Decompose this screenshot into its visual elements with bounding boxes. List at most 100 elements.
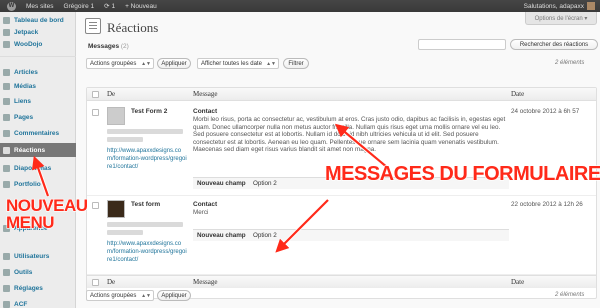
select-all-checkbox[interactable]	[92, 91, 99, 98]
apply-button[interactable]: Appliquer	[157, 58, 191, 69]
menu-label: Portfolio	[14, 180, 41, 188]
bulk-actions-value: Actions groupées	[90, 292, 137, 299]
greeting-text: Salutations, adapaxx	[523, 2, 584, 10]
messages-filter-link[interactable]: Messages	[88, 43, 119, 50]
menu-label: WooDojo	[14, 40, 43, 48]
annotation-menu-line1: NOUVEAU	[5, 196, 88, 215]
menu-utilisateurs[interactable]: Utilisateurs	[0, 250, 76, 262]
site-name-menu[interactable]: Grégoire 1	[58, 0, 99, 12]
avatar	[107, 107, 125, 125]
comments-icon	[3, 129, 10, 137]
annotation-menu-line2: MENU	[5, 213, 55, 232]
menu-label: Utilisateurs	[14, 252, 50, 260]
date-filter-select[interactable]: Afficher toutes les date ▲▼	[197, 58, 279, 69]
menu-reactions[interactable]: Réactions	[0, 143, 76, 157]
page-icon	[3, 113, 10, 121]
menu-label: Jetpack	[14, 28, 39, 36]
menu-commentaires[interactable]: Commentaires	[0, 127, 76, 139]
link-icon	[3, 97, 10, 105]
menu-label: Articles	[14, 68, 38, 76]
blurred-email	[107, 129, 183, 134]
woodojo-icon	[3, 40, 10, 48]
admin-sidebar: Tableau de bord Jetpack WooDojo Articles…	[0, 12, 76, 308]
search-button[interactable]: Rechercher des réactions	[510, 39, 598, 50]
reactions-page-icon	[85, 18, 101, 34]
reactions-icon	[3, 146, 10, 154]
menu-label: Pages	[14, 113, 34, 121]
dashboard-icon	[3, 16, 10, 24]
field-value: Option 2	[253, 180, 277, 187]
pin-icon	[3, 68, 10, 76]
custom-field: Nouveau champ Option 2	[193, 229, 509, 241]
author-name: Test form	[131, 201, 161, 208]
menu-label: Médias	[14, 82, 37, 90]
updates-button[interactable]: ⟳ 1	[99, 0, 120, 12]
new-label: Nouveau	[130, 2, 157, 10]
message-date: 22 octobre 2012 à 12h 26	[511, 201, 583, 208]
date-filter-value: Afficher toutes les date	[201, 60, 262, 67]
menu-liens[interactable]: Liens	[0, 95, 76, 107]
menu-acf[interactable]: ACF	[0, 298, 76, 308]
bulk-actions-select-bottom[interactable]: Actions groupées ▲▼	[86, 290, 154, 301]
apply-button-bottom[interactable]: Appliquer	[157, 290, 191, 301]
my-sites-menu[interactable]: Mes sites	[21, 0, 58, 12]
author-url-link[interactable]: http://www.apaxxdesigns.com/formation-wo…	[107, 147, 187, 171]
wordpress-logo-button[interactable]: W	[0, 0, 21, 12]
reactions-table: De Message Date Test Form 2 http://www.a…	[86, 87, 597, 299]
tools-icon	[3, 268, 10, 276]
filter-button[interactable]: Filtrer	[283, 58, 309, 69]
settings-icon	[3, 284, 10, 292]
column-date[interactable]: Date	[511, 90, 524, 98]
blurred-email	[107, 222, 183, 227]
message-subject: Contact	[193, 201, 218, 208]
menu-articles[interactable]: Articles	[0, 66, 76, 78]
menu-pages[interactable]: Pages	[0, 111, 76, 123]
menu-label: Réactions	[14, 146, 46, 154]
row-checkbox[interactable]	[92, 109, 99, 116]
chevron-down-icon: ▲▼	[141, 60, 151, 67]
screen-options-button[interactable]: Options de l'écran ▾	[525, 12, 597, 25]
table-header: De Message Date	[87, 88, 596, 101]
updates-count: 1	[111, 2, 116, 10]
menu-label: Diaporamas	[14, 164, 52, 172]
menu-jetpack[interactable]: Jetpack	[0, 26, 76, 38]
chevron-down-icon: ▲▼	[266, 60, 276, 67]
column-from[interactable]: De	[107, 90, 115, 98]
search-input[interactable]	[418, 39, 506, 50]
message-body: Morbi leo risus, porta ac consectetur ac…	[193, 116, 506, 153]
menu-woodojo[interactable]: WooDojo	[0, 38, 76, 50]
column-from[interactable]: De	[107, 278, 115, 286]
new-content-menu[interactable]: + Nouveau	[120, 0, 162, 12]
menu-reglages[interactable]: Réglages	[0, 282, 76, 294]
menu-label: Outils	[14, 268, 33, 276]
items-count-bottom: 2 éléments	[555, 292, 585, 298]
row-checkbox[interactable]	[92, 202, 99, 209]
status-filter: Messages (2)	[88, 43, 129, 50]
table-row: Test form http://www.apaxxdesigns.com/fo…	[87, 196, 596, 275]
menu-medias[interactable]: Médias	[0, 80, 76, 92]
admin-bar: W Mes sites Grégoire 1 ⟳ 1 + Nouveau Sal…	[0, 0, 600, 12]
author-url-link[interactable]: http://www.apaxxdesigns.com/formation-wo…	[107, 240, 187, 264]
column-message[interactable]: Message	[193, 90, 218, 98]
annotation-messages: MESSAGES DU FORMULAIRE	[324, 162, 600, 185]
account-menu[interactable]: Salutations, adapaxx	[519, 0, 600, 12]
items-count: 2 éléments	[555, 60, 585, 66]
blurred-ip	[107, 230, 143, 235]
column-message[interactable]: Message	[193, 278, 218, 286]
acf-icon	[3, 300, 10, 308]
column-date[interactable]: Date	[511, 278, 524, 286]
refresh-icon: ⟳	[104, 3, 112, 10]
field-name: Nouveau champ	[197, 180, 246, 187]
select-all-checkbox[interactable]	[92, 279, 99, 286]
bulk-actions-select[interactable]: Actions groupées ▲▼	[86, 58, 154, 69]
chevron-down-icon: ▲▼	[141, 292, 151, 299]
main-content: Réactions Options de l'écran ▾ Messages …	[77, 12, 600, 308]
menu-separator	[0, 56, 76, 57]
field-name: Nouveau champ	[197, 232, 246, 239]
menu-diaporamas[interactable]: Diaporamas	[0, 162, 76, 174]
menu-outils[interactable]: Outils	[0, 266, 76, 278]
menu-dashboard[interactable]: Tableau de bord	[0, 14, 76, 26]
menu-portfolio[interactable]: Portfolio	[0, 178, 76, 190]
menu-label: Tableau de bord	[14, 16, 64, 24]
table-footer: De Message Date	[87, 275, 596, 288]
